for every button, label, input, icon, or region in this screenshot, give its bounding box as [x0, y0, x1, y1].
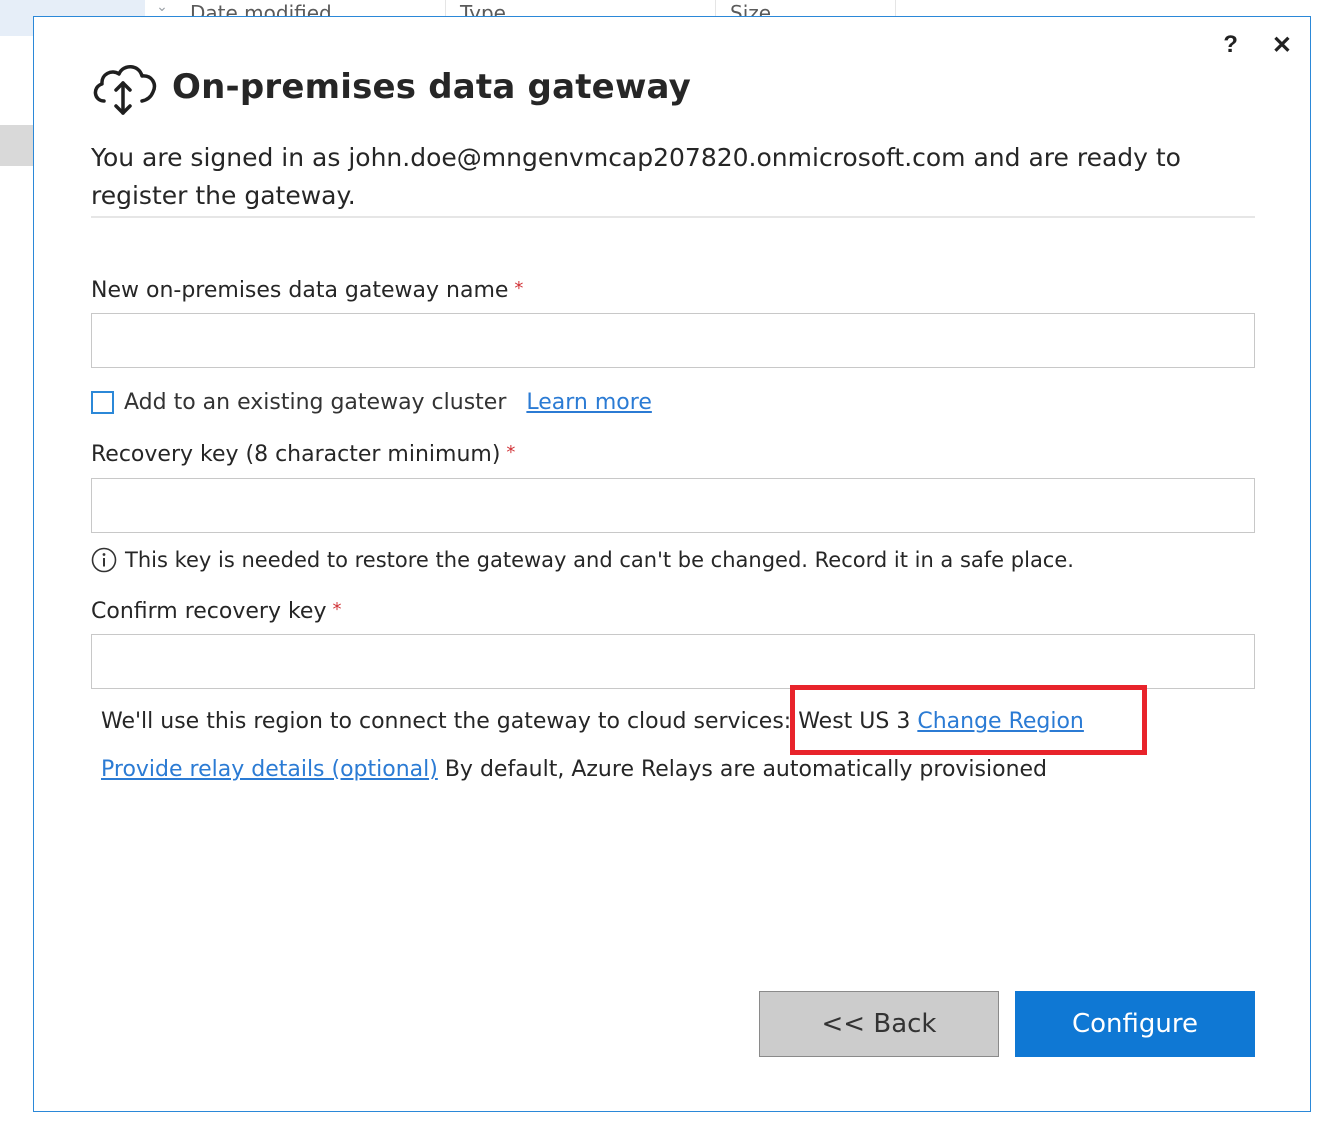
- relay-details-link[interactable]: Provide relay details (optional): [101, 757, 438, 782]
- cloud-upload-icon: [93, 65, 157, 115]
- gateway-name-label-text: New on-premises data gateway name: [91, 278, 509, 303]
- header-divider: [91, 216, 1255, 218]
- gateway-dialog: ? ✕ On-premises data gateway You are sig…: [33, 16, 1311, 1112]
- region-row: We'll use this region to connect the gat…: [101, 709, 1084, 734]
- required-marker: *: [332, 599, 342, 620]
- confirm-key-label: Confirm recovery key *: [91, 599, 341, 624]
- configure-button[interactable]: Configure: [1015, 991, 1255, 1057]
- info-text: This key is needed to restore the gatewa…: [125, 548, 1074, 572]
- title-controls: ? ✕: [1223, 31, 1292, 60]
- gateway-name-input[interactable]: [91, 313, 1255, 368]
- required-marker: *: [506, 442, 516, 463]
- page-title: On-premises data gateway: [172, 67, 692, 107]
- region-prefix-text: We'll use this region to connect the gat…: [101, 709, 799, 734]
- back-button[interactable]: << Back: [759, 991, 999, 1057]
- add-to-cluster-checkbox[interactable]: [91, 391, 114, 414]
- confirm-key-label-text: Confirm recovery key: [91, 599, 327, 624]
- region-name: West US 3: [798, 709, 911, 734]
- recovery-key-info: This key is needed to restore the gatewa…: [91, 547, 1074, 573]
- confirm-key-input[interactable]: [91, 634, 1255, 689]
- change-region-link[interactable]: Change Region: [917, 709, 1084, 734]
- close-button[interactable]: ✕: [1272, 31, 1292, 60]
- required-marker: *: [514, 278, 524, 299]
- background-selected-row: [0, 125, 34, 166]
- info-icon: [91, 547, 117, 573]
- signed-in-message: You are signed in as john.doe@mngenvmcap…: [91, 143, 1181, 210]
- gateway-name-label: New on-premises data gateway name *: [91, 278, 523, 303]
- help-button[interactable]: ?: [1223, 31, 1238, 60]
- recovery-key-label-text: Recovery key (8 character minimum): [91, 442, 501, 467]
- cluster-checkbox-row: Add to an existing gateway cluster Learn…: [91, 390, 652, 415]
- dialog-header: On-premises data gateway: [90, 57, 691, 117]
- recovery-key-label: Recovery key (8 character minimum) *: [91, 442, 515, 467]
- add-to-cluster-label[interactable]: Add to an existing gateway cluster: [124, 390, 506, 415]
- recovery-key-input[interactable]: [91, 478, 1255, 533]
- relay-row: Provide relay details (optional) By defa…: [101, 757, 1047, 782]
- relay-default-text: By default, Azure Relays are automatical…: [437, 757, 1048, 782]
- learn-more-link[interactable]: Learn more: [526, 390, 651, 415]
